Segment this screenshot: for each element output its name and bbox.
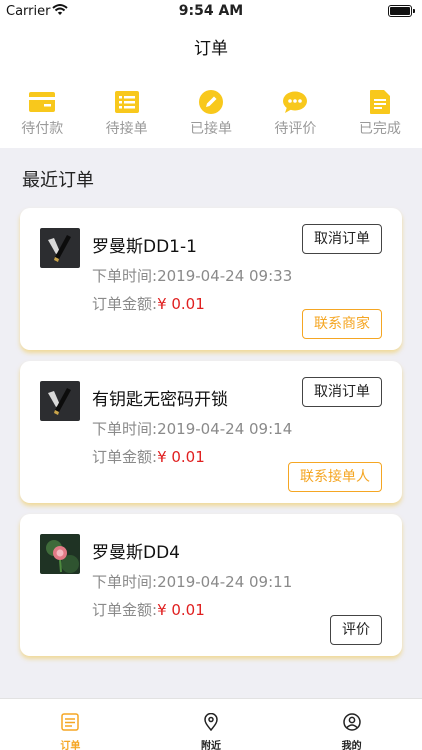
product-thumbnail bbox=[40, 381, 80, 421]
cancel-order-button[interactable]: 取消订单 bbox=[302, 377, 382, 407]
order-status-tabs: 待付款 待接单 已接单 待评价 已完成 bbox=[0, 66, 422, 148]
tabbar-label: 附近 bbox=[201, 741, 221, 750]
order-amount-value: ¥ 0.01 bbox=[157, 448, 205, 466]
list-icon bbox=[114, 90, 140, 114]
section-title: 最近订单 bbox=[22, 170, 94, 191]
order-amount: 订单金额:¥ 0.01 bbox=[92, 446, 205, 467]
order-time-value: 2019-04-24 09:14 bbox=[157, 420, 293, 438]
user-profile-icon bbox=[342, 713, 361, 735]
page-title: 订单 bbox=[194, 39, 228, 59]
review-button[interactable]: 评价 bbox=[330, 615, 382, 645]
tab-label: 已接单 bbox=[190, 121, 233, 137]
tab-completed[interactable]: 已完成 bbox=[338, 66, 422, 148]
order-time-label: 下单时间: bbox=[92, 420, 158, 438]
tabbar-label: 我的 bbox=[341, 741, 362, 750]
contact-courier-button[interactable]: 联系接单人 bbox=[288, 462, 382, 492]
order-name: 有钥匙无密码开锁 bbox=[92, 390, 228, 410]
order-time-value: 2019-04-24 09:33 bbox=[157, 267, 293, 285]
tabbar-item-profile[interactable]: 我的 bbox=[281, 699, 422, 750]
order-list-icon bbox=[61, 713, 80, 735]
order-time-label: 下单时间: bbox=[92, 267, 158, 285]
tab-pending-payment[interactable]: 待付款 bbox=[0, 66, 84, 148]
tab-label: 待评价 bbox=[274, 121, 317, 137]
order-amount-value: ¥ 0.01 bbox=[157, 295, 205, 313]
tab-awaiting-acceptance[interactable]: 待接单 bbox=[84, 66, 168, 148]
battery-icon bbox=[388, 5, 415, 17]
document-icon bbox=[367, 90, 393, 114]
cancel-order-button[interactable]: 取消订单 bbox=[302, 224, 382, 254]
bottom-tab-bar: 订单 附近 我的 bbox=[0, 698, 422, 750]
contact-merchant-button[interactable]: 联系商家 bbox=[302, 309, 382, 339]
clock-time: 9:54 AM bbox=[178, 3, 244, 19]
order-amount: 订单金额:¥ 0.01 bbox=[92, 293, 205, 314]
order-amount-value: ¥ 0.01 bbox=[157, 601, 205, 619]
order-time: 下单时间:2019-04-24 09:14 bbox=[92, 418, 292, 439]
status-bar: Carrier 9:54 AM bbox=[0, 0, 422, 24]
order-amount-label: 订单金额: bbox=[92, 295, 158, 313]
tabbar-label: 订单 bbox=[60, 741, 81, 750]
navigation-bar: 订单 bbox=[0, 24, 422, 66]
tab-accepted[interactable]: 已接单 bbox=[169, 66, 253, 148]
order-card[interactable]: 罗曼斯DD4 下单时间:2019-04-24 09:11 订单金额:¥ 0.01… bbox=[20, 514, 402, 656]
order-name: 罗曼斯DD4 bbox=[92, 543, 180, 563]
order-amount: 订单金额:¥ 0.01 bbox=[92, 599, 205, 620]
order-time-label: 下单时间: bbox=[92, 573, 158, 591]
product-thumbnail bbox=[40, 534, 80, 574]
wallet-icon bbox=[29, 90, 56, 114]
tabbar-item-nearby[interactable]: 附近 bbox=[141, 699, 282, 750]
tab-to-review[interactable]: 待评价 bbox=[253, 66, 337, 148]
pencil-icon bbox=[198, 90, 224, 114]
order-card[interactable]: 有钥匙无密码开锁 下单时间:2019-04-24 09:14 订单金额:¥ 0.… bbox=[20, 361, 402, 503]
product-thumbnail bbox=[40, 228, 80, 268]
chat-bubble-icon bbox=[282, 90, 308, 114]
order-amount-label: 订单金额: bbox=[92, 601, 158, 619]
order-amount-label: 订单金额: bbox=[92, 448, 158, 466]
order-time: 下单时间:2019-04-24 09:11 bbox=[92, 571, 292, 592]
tabbar-item-orders[interactable]: 订单 bbox=[0, 699, 141, 750]
order-time-value: 2019-04-24 09:11 bbox=[157, 573, 293, 591]
order-time: 下单时间:2019-04-24 09:33 bbox=[92, 265, 292, 286]
tab-label: 已完成 bbox=[358, 121, 401, 137]
location-pin-icon bbox=[202, 712, 220, 735]
order-name: 罗曼斯DD1-1 bbox=[92, 237, 197, 257]
tab-label: 待接单 bbox=[105, 121, 148, 137]
tab-label: 待付款 bbox=[21, 121, 64, 137]
order-card[interactable]: 罗曼斯DD1-1 下单时间:2019-04-24 09:33 订单金额:¥ 0.… bbox=[20, 208, 402, 350]
